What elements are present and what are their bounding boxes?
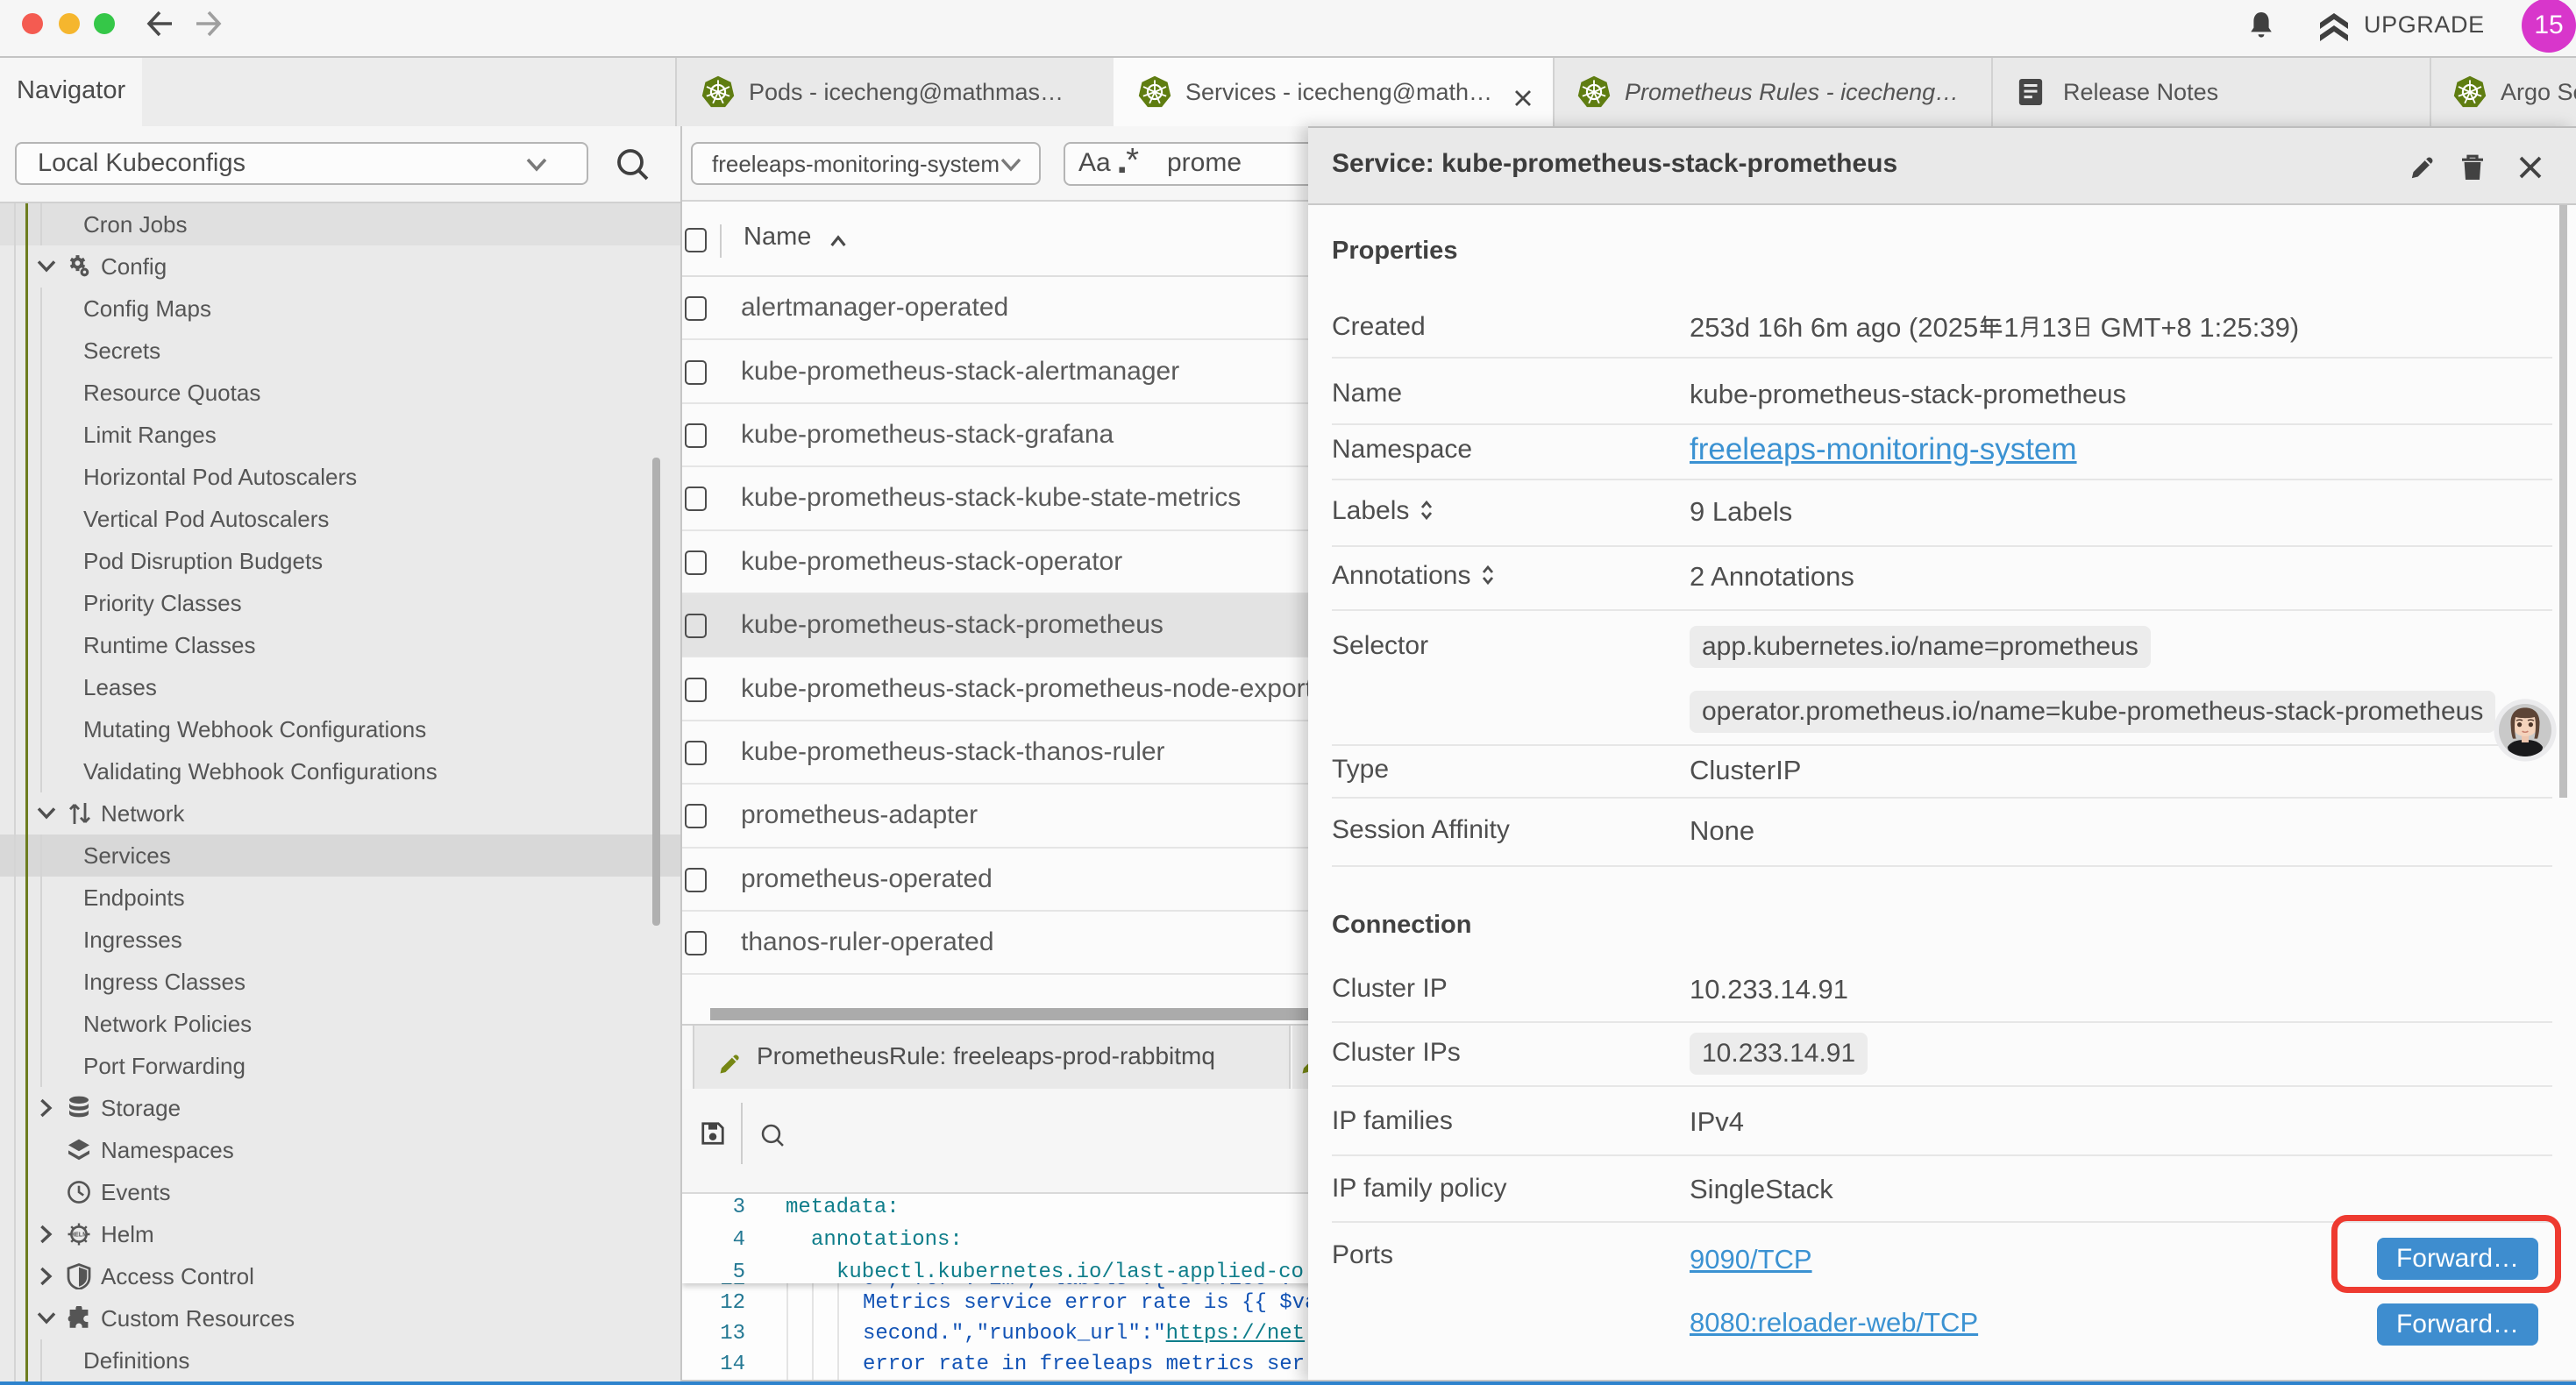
svg-text:HELM: HELM xyxy=(70,1232,88,1239)
